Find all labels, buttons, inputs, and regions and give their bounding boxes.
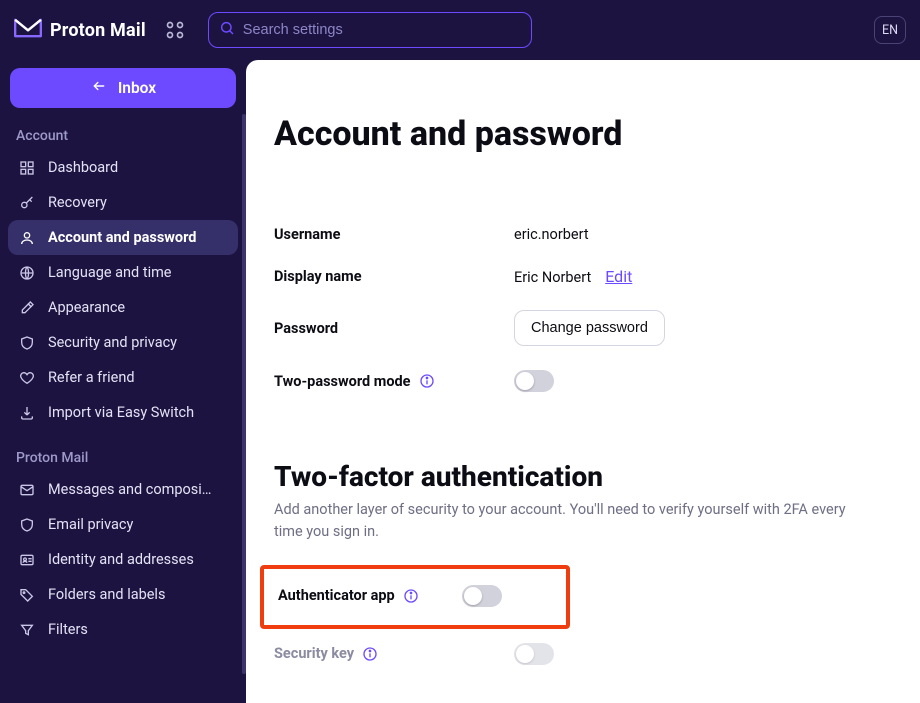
two-password-toggle[interactable] xyxy=(514,370,554,392)
section-mail: Proton Mail xyxy=(16,450,230,466)
sidebar-item-label: Folders and labels xyxy=(48,586,165,603)
user-icon xyxy=(18,230,36,246)
sidebar-item-refer[interactable]: Refer a friend xyxy=(8,360,238,395)
proton-logo-icon xyxy=(14,17,42,43)
brand[interactable]: Proton Mail xyxy=(14,17,146,43)
sidebar-item-messages[interactable]: Messages and composi… xyxy=(8,472,238,507)
row-username: Username eric.norbert xyxy=(274,226,858,243)
password-label: Password xyxy=(274,320,514,337)
back-to-inbox-button[interactable]: Inbox xyxy=(10,68,236,108)
id-card-icon xyxy=(18,552,36,568)
authenticator-toggle[interactable] xyxy=(462,585,502,607)
filter-icon xyxy=(18,622,36,638)
mail-icon xyxy=(18,482,36,498)
topbar: Proton Mail EN xyxy=(0,0,920,60)
sidebar-item-account-password[interactable]: Account and password xyxy=(8,220,238,255)
sidebar-item-label: Dashboard xyxy=(48,159,118,176)
section-account: Account xyxy=(16,128,230,144)
row-password: Password Change password xyxy=(274,310,858,346)
sidebar-item-import[interactable]: Import via Easy Switch xyxy=(8,395,238,430)
brush-icon xyxy=(18,300,36,316)
sidebar-item-label: Email privacy xyxy=(48,516,133,533)
tfa-heading: Two-factor authentication xyxy=(274,460,858,493)
sidebar-item-dashboard[interactable]: Dashboard xyxy=(8,150,238,185)
heart-icon xyxy=(18,370,36,386)
sidebar-item-label: Import via Easy Switch xyxy=(48,404,194,421)
key-icon xyxy=(18,195,36,211)
tfa-subtext: Add another layer of security to your ac… xyxy=(274,499,858,543)
security-key-toggle[interactable] xyxy=(514,643,554,665)
authenticator-label: Authenticator app xyxy=(278,587,462,604)
tag-icon xyxy=(18,587,36,603)
username-label: Username xyxy=(274,226,514,243)
app-switcher-icon[interactable] xyxy=(162,17,188,43)
main-content: Account and password Username eric.norbe… xyxy=(246,60,920,703)
sidebar-item-label: Account and password xyxy=(48,229,196,246)
sidebar-item-label: Filters xyxy=(48,621,88,638)
sidebar: Inbox Account Dashboard Recovery Account… xyxy=(0,60,246,703)
display-name-value: Eric Norbert xyxy=(514,269,591,286)
sidebar-item-label: Security and privacy xyxy=(48,334,177,351)
sidebar-item-label: Recovery xyxy=(48,194,107,211)
back-label: Inbox xyxy=(118,79,156,97)
two-password-label: Two-password mode xyxy=(274,373,514,390)
import-icon xyxy=(18,405,36,421)
arrow-left-icon xyxy=(90,79,108,97)
sidebar-item-appearance[interactable]: Appearance xyxy=(8,290,238,325)
sidebar-item-label: Language and time xyxy=(48,264,172,281)
security-key-label: Security key xyxy=(274,645,514,662)
sidebar-item-folders[interactable]: Folders and labels xyxy=(8,577,238,612)
sidebar-item-security-privacy[interactable]: Security and privacy xyxy=(8,325,238,360)
row-security-key: Security key xyxy=(274,643,858,665)
shield-icon xyxy=(18,517,36,533)
sidebar-item-label: Messages and composi… xyxy=(48,481,211,498)
row-display-name: Display name Eric Norbert Edit xyxy=(274,267,858,286)
page-title: Account and password xyxy=(274,114,858,154)
display-name-label: Display name xyxy=(274,268,514,285)
sidebar-item-label: Appearance xyxy=(48,299,125,316)
sidebar-item-email-privacy[interactable]: Email privacy xyxy=(8,507,238,542)
sidebar-item-language-time[interactable]: Language and time xyxy=(8,255,238,290)
search-field[interactable] xyxy=(208,12,532,48)
info-icon[interactable] xyxy=(419,373,435,389)
grid-icon xyxy=(18,160,36,176)
sidebar-item-recovery[interactable]: Recovery xyxy=(8,185,238,220)
search-input[interactable] xyxy=(243,22,521,38)
brand-name: Proton Mail xyxy=(50,20,146,41)
username-value: eric.norbert xyxy=(514,226,589,243)
info-icon[interactable] xyxy=(362,646,378,662)
sidebar-item-label: Refer a friend xyxy=(48,369,135,386)
info-icon[interactable] xyxy=(403,588,419,604)
edit-display-name-link[interactable]: Edit xyxy=(605,267,632,286)
sidebar-item-identity[interactable]: Identity and addresses xyxy=(8,542,238,577)
shield-icon xyxy=(18,335,36,351)
change-password-button[interactable]: Change password xyxy=(514,310,665,346)
language-button[interactable]: EN xyxy=(874,16,906,44)
sidebar-item-label: Identity and addresses xyxy=(48,551,194,568)
row-two-password: Two-password mode xyxy=(274,370,858,392)
language-label: EN xyxy=(882,23,898,38)
authenticator-highlight: Authenticator app xyxy=(260,565,570,629)
search-icon xyxy=(219,20,235,40)
globe-icon xyxy=(18,265,36,281)
sidebar-item-filters[interactable]: Filters xyxy=(8,612,238,647)
